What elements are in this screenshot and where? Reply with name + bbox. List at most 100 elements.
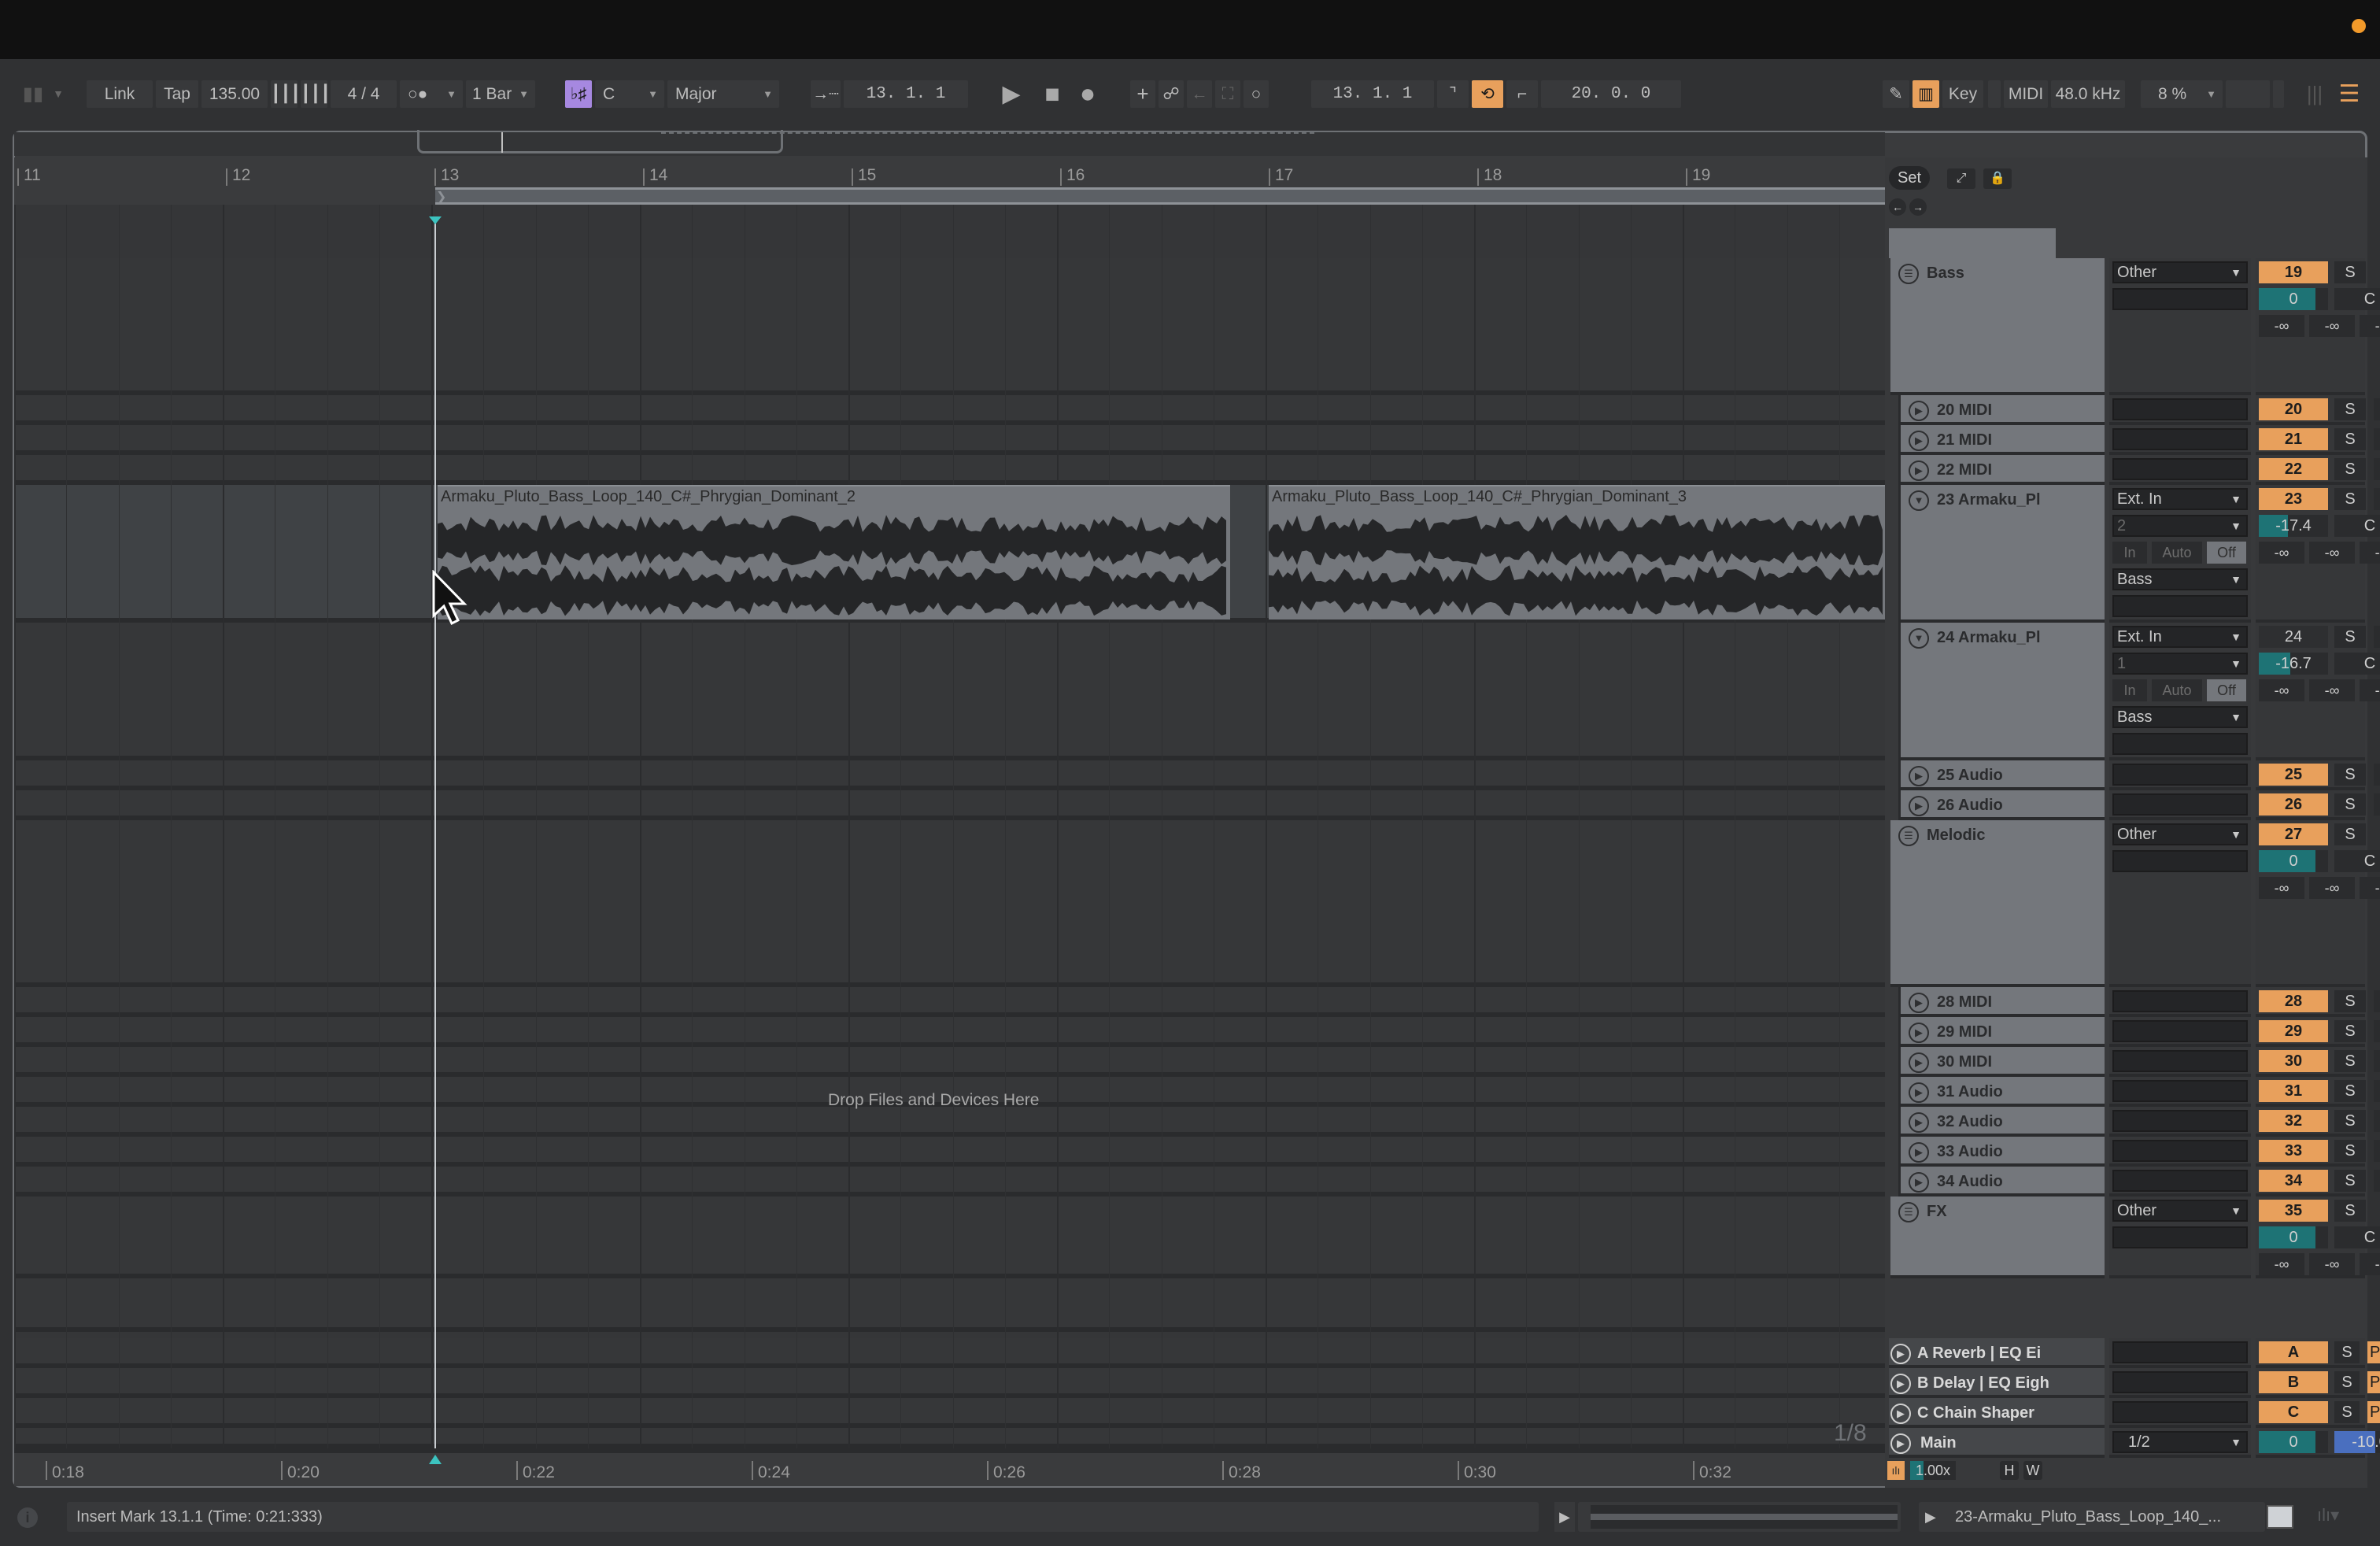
key-map-button[interactable]: Key [1942, 80, 1983, 108]
fold-right-icon[interactable]: ▶ [1890, 1433, 1911, 1454]
output-select[interactable] [2112, 288, 2248, 310]
solo-button[interactable]: S [2334, 823, 2366, 845]
volume-field[interactable]: -17.4 [2259, 515, 2328, 537]
meter-view-icon[interactable]: ılı▾ [2317, 1505, 2349, 1529]
track-activator-button[interactable]: 28 [2259, 990, 2328, 1012]
return-activator-button[interactable]: B [2259, 1371, 2328, 1393]
link-button[interactable]: Link [87, 80, 153, 108]
track-name-header[interactable]: ▼ 23 Armaku_Pl [1898, 485, 2105, 623]
solo-button[interactable]: S [2334, 626, 2366, 648]
device-view-icon[interactable] [2267, 1505, 2293, 1529]
info-icon[interactable]: i [17, 1507, 38, 1528]
track-lane[interactable] [14, 425, 1885, 455]
send-field[interactable]: -∞ [2360, 542, 2380, 564]
audio-clip[interactable]: Armaku_Pluto_Bass_Loop_140_C#_Phrygian_D… [1269, 485, 1885, 620]
track-name-header[interactable]: ▶ 29 MIDI [1898, 1017, 2105, 1047]
volume-field[interactable]: 0 [2259, 1226, 2328, 1248]
monitor-in-button[interactable]: In [2112, 542, 2147, 564]
track-name-header[interactable]: ▶ 34 Audio [1898, 1167, 2105, 1196]
input-select[interactable] [2112, 1140, 2248, 1162]
fold-right-icon[interactable]: ▶ [1909, 1112, 1929, 1133]
track-activator-button[interactable]: 24 [2259, 626, 2328, 648]
track-lane[interactable] [14, 760, 1885, 790]
fold-right-icon[interactable]: ▶ [1909, 460, 1929, 481]
re-enable-automation-icon[interactable]: ← [1187, 80, 1212, 108]
expand-preview-icon[interactable]: ▶ [1554, 1502, 1575, 1532]
fold-right-icon[interactable]: ▶ [1909, 1023, 1929, 1043]
send-field[interactable]: -∞ [2309, 315, 2355, 337]
track-activator-button[interactable]: 22 [2259, 458, 2328, 480]
main-output-select[interactable]: 1/2 ▼ [2112, 1431, 2248, 1453]
volume-field[interactable]: 0 [2259, 850, 2328, 872]
chevron-down-icon[interactable]: ▼ [50, 80, 66, 108]
loop-brace[interactable] [435, 187, 1885, 205]
fold-right-icon[interactable]: ▶ [1909, 1082, 1929, 1103]
monitor-off-button[interactable]: Off [2207, 542, 2246, 564]
return-input-select[interactable] [2112, 1371, 2248, 1393]
scale-mode-menu[interactable]: Major ▼ [667, 80, 779, 108]
send-field[interactable]: -∞ [2259, 1253, 2304, 1275]
midi-arm-button[interactable] [2374, 1050, 2380, 1072]
track-lane[interactable] [14, 1017, 1885, 1047]
track-activator-button[interactable]: 27 [2259, 823, 2328, 845]
track-lane[interactable] [14, 1196, 1885, 1278]
tempo-nudge-up-icon[interactable]: ┃┃┃ [301, 80, 331, 108]
track-activator-button[interactable]: 33 [2259, 1140, 2328, 1162]
link-pin-icon[interactable]: ⤢ [1947, 168, 1975, 189]
arm-button[interactable] [2374, 764, 2380, 786]
output-select[interactable]: Bass ▼ [2112, 706, 2248, 728]
tempo-nudge-down-icon[interactable]: ┃┃┃ [271, 80, 301, 108]
track-activator-button[interactable]: 20 [2259, 398, 2328, 420]
arm-button[interactable] [2374, 793, 2380, 816]
track-name-header[interactable]: ☰ Melodic [1890, 820, 2105, 987]
send-field[interactable]: -∞ [2309, 679, 2355, 701]
track-lane[interactable] [14, 1338, 1885, 1368]
group-fold-icon[interactable]: ☰ [1898, 264, 1919, 284]
track-name-header[interactable]: ▶ 21 MIDI [1898, 425, 2105, 455]
return-input-select[interactable] [2112, 1341, 2248, 1363]
input-channel-select[interactable]: 2 ▼ [2112, 515, 2248, 537]
solo-button[interactable]: S [2334, 1170, 2366, 1192]
fold-right-icon[interactable]: ▶ [1909, 766, 1929, 786]
pan-field[interactable]: C [2334, 515, 2380, 537]
fold-right-icon[interactable]: ▶ [1909, 796, 1929, 816]
cpu-load-menu[interactable]: 8 % ▼ [2141, 80, 2223, 108]
arrangement-overview[interactable] [14, 132, 1885, 156]
send-field[interactable]: -∞ [2259, 679, 2304, 701]
input-select[interactable] [2112, 1170, 2248, 1192]
expand-file-icon[interactable]: ▶ [1925, 1502, 1936, 1532]
output-channel-select[interactable] [2112, 595, 2248, 617]
send-field[interactable]: -∞ [2259, 315, 2304, 337]
capture-midi-icon[interactable]: ⛶ [1215, 80, 1240, 108]
monitor-off-button[interactable]: Off [2207, 679, 2246, 701]
track-activator-button[interactable]: 32 [2259, 1110, 2328, 1132]
solo-button[interactable]: S [2334, 488, 2366, 510]
track-lane[interactable] [14, 1167, 1885, 1196]
input-select[interactable] [2112, 458, 2248, 480]
time-ruler[interactable]: 0:18 0:20 0:22 0:24 0:26 0:28 0:30 0:32 [14, 1448, 1885, 1486]
output-channel-select[interactable] [2112, 733, 2248, 755]
lock-icon[interactable]: 🔒 [1983, 168, 2012, 189]
track-activator-button[interactable]: 26 [2259, 793, 2328, 816]
solo-button[interactable]: S [2334, 1020, 2366, 1042]
scale-mode-toggle[interactable]: ♭♯ [565, 80, 592, 108]
fold-down-icon[interactable]: ▼ [1909, 628, 1929, 649]
track-name-header[interactable]: ▶ 22 MIDI [1898, 455, 2105, 485]
hamburger-menu-icon[interactable]: ☰ [2336, 80, 2363, 108]
send-field[interactable]: -∞ [2309, 542, 2355, 564]
track-lane[interactable] [14, 1137, 1885, 1167]
post-send-toggle[interactable]: Post [2367, 1401, 2380, 1423]
track-lane[interactable] [14, 987, 1885, 1017]
pan-field[interactable]: C [2334, 653, 2380, 675]
track-lane[interactable] [14, 1428, 1885, 1448]
punch-in-icon[interactable]: ⌝ [1437, 80, 1469, 108]
fold-right-icon[interactable]: ▶ [1909, 1172, 1929, 1193]
track-lane[interactable] [14, 258, 1885, 395]
tempo-field[interactable]: 135.00 [201, 80, 268, 108]
track-lane[interactable] [14, 395, 1885, 425]
view-toggle-icon[interactable]: ▮▮ [17, 80, 49, 108]
automation-arm-icon[interactable]: ☍ [1159, 80, 1184, 108]
return-name-header[interactable]: ▶ C Chain Shaper [1889, 1398, 2105, 1428]
follow-icon[interactable]: →┈ [811, 80, 841, 108]
track-name-header[interactable]: ☰ Bass [1890, 258, 2105, 395]
